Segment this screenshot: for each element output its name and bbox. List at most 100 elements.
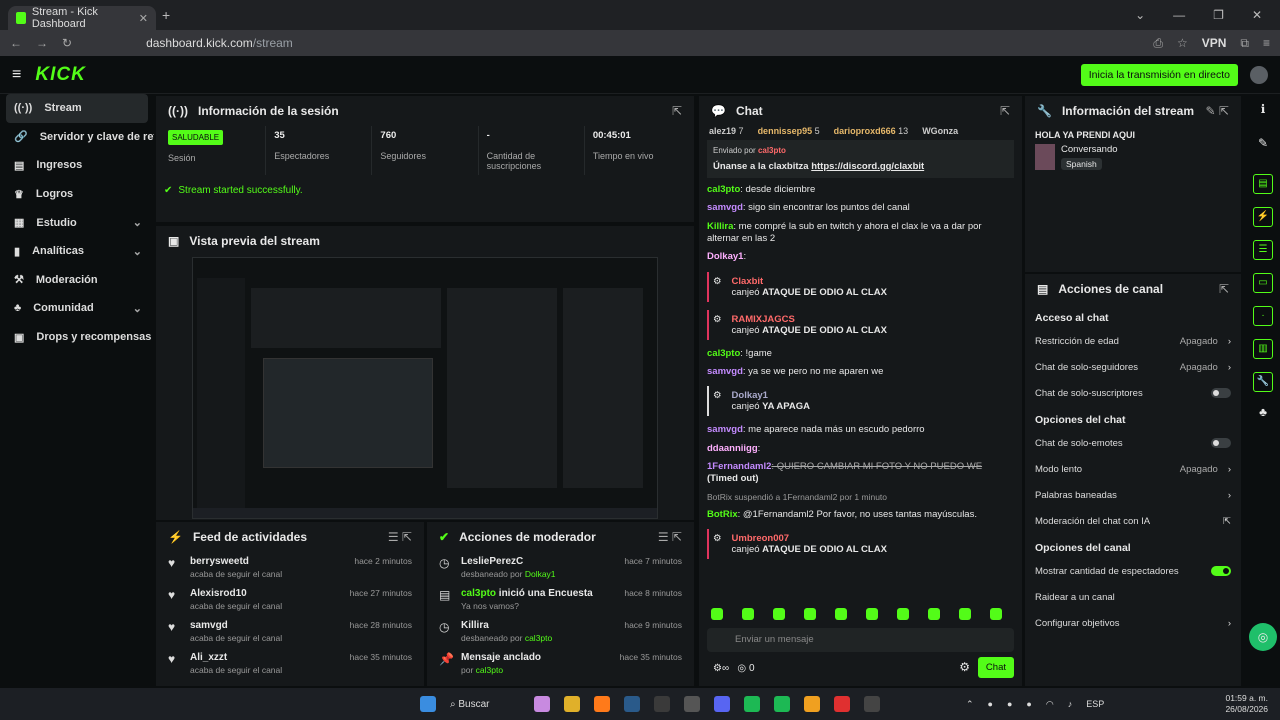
filter-icon[interactable]: ☰ ⇱ — [388, 530, 412, 544]
gear-icon[interactable]: ⚙ — [959, 660, 970, 674]
tray-icon[interactable]: ● — [988, 699, 993, 710]
spotify-icon[interactable] — [744, 696, 760, 712]
show-viewers-setting[interactable]: Mostrar cantidad de espectadores — [1025, 558, 1241, 584]
points-display[interactable]: ⚙∞ ◎ 0 — [713, 663, 755, 674]
sidebar-item-stream[interactable]: ((·)) Stream — [6, 94, 148, 123]
vpn-button[interactable]: VPN — [1202, 36, 1227, 50]
emote-only-setting[interactable]: Chat de solo-emotes — [1025, 430, 1241, 456]
stack-icon[interactable]: ▥ — [1253, 339, 1273, 359]
bolt-icon[interactable]: ⚡ — [1253, 207, 1273, 227]
ai-moderation-setting[interactable]: Moderación del chat con IA ⇱ — [1025, 508, 1241, 534]
stream-preview-video[interactable] — [192, 257, 658, 519]
banned-words-setting[interactable]: Palabras baneadas › — [1025, 482, 1241, 508]
support-icon[interactable]: ◎ — [1249, 623, 1277, 651]
files-icon[interactable] — [654, 696, 670, 712]
chevron-up-icon[interactable]: ⌃ — [966, 699, 974, 710]
clock[interactable]: 01:59 a. m. 26/08/2026 — [1225, 693, 1268, 715]
lang-indicator[interactable]: ESP — [1086, 699, 1104, 710]
go-live-button[interactable]: Inicia la transmisión en directo — [1080, 63, 1238, 86]
discord-link[interactable]: https://discord.gg/claxbit — [811, 161, 924, 172]
chevron-down-icon[interactable]: ⌄ — [1135, 8, 1145, 22]
emote-icon[interactable] — [773, 608, 785, 620]
browser-tab[interactable]: Stream - Kick Dashboard ✕ — [8, 6, 156, 30]
avatar[interactable] — [1250, 65, 1268, 84]
popout-icon[interactable]: ⇱ — [1219, 282, 1229, 296]
emote-icon[interactable] — [711, 608, 723, 620]
opera-icon[interactable] — [834, 696, 850, 712]
copilot-icon[interactable] — [534, 696, 550, 712]
edit-icon[interactable]: ✎ ⇱ — [1206, 104, 1229, 118]
close-tab-icon[interactable]: ✕ — [139, 12, 148, 25]
wifi-icon[interactable]: ◠ — [1046, 699, 1054, 710]
emote-icon[interactable] — [928, 608, 940, 620]
followers-only-setting[interactable]: Chat de solo-seguidores Apagado › — [1025, 354, 1241, 380]
extensions-icon[interactable]: ⧉ — [1240, 36, 1249, 51]
tray-icon[interactable]: ● — [1026, 699, 1031, 710]
sidebar-item-studio[interactable]: ▦ Estudio ⌄ — [0, 208, 154, 237]
info-icon[interactable]: ℹ — [1246, 102, 1280, 116]
emote-icon[interactable] — [804, 608, 816, 620]
sidebar-item-income[interactable]: ▤ Ingresos — [0, 151, 154, 180]
discord-icon[interactable] — [714, 696, 730, 712]
stat-followers: 760 Seguidores — [372, 126, 479, 175]
reload-icon[interactable]: ↻ — [62, 36, 72, 50]
forward-icon[interactable]: → — [36, 36, 48, 50]
emote-only-toggle[interactable] — [1211, 438, 1231, 448]
maximize-icon[interactable]: ❐ — [1213, 8, 1224, 22]
emote-icon[interactable] — [835, 608, 847, 620]
chat-input[interactable]: Enviar un mensaje — [707, 628, 1014, 652]
emote-icon[interactable] — [959, 608, 971, 620]
age-restriction-setting[interactable]: Restricción de edad Apagado › — [1025, 328, 1241, 354]
subs-only-setting[interactable]: Chat de solo-suscriptores — [1025, 380, 1241, 406]
goals-setting[interactable]: Configurar objetivos › — [1025, 610, 1241, 636]
community-icon[interactable]: ♣ — [1246, 405, 1280, 419]
send-chat-button[interactable]: Chat — [977, 657, 1014, 678]
tray-icon[interactable]: ● — [1007, 699, 1012, 710]
firefox-icon[interactable] — [594, 696, 610, 712]
volume-icon[interactable]: ♪ — [1068, 699, 1073, 710]
widget-icon[interactable]: ▤ — [1253, 174, 1273, 194]
screenshot-icon[interactable]: ⎙ — [1153, 36, 1163, 51]
slow-mode-setting[interactable]: Modo lento Apagado › — [1025, 456, 1241, 482]
sidebar-item-moderation[interactable]: ⚒ Moderación — [0, 266, 154, 295]
sidebar-item-server[interactable]: 🔗Servidor y clave de retransmisión — [0, 123, 154, 152]
emote-icon[interactable] — [742, 608, 754, 620]
subs-only-toggle[interactable] — [1211, 388, 1231, 398]
bookmark-icon[interactable]: ☆ — [1177, 36, 1188, 50]
raid-setting[interactable]: Raidear a un canal — [1025, 584, 1241, 610]
list-icon[interactable]: ☰ — [1253, 240, 1273, 260]
filter-icon[interactable]: ☰ ⇱ — [658, 530, 682, 544]
show-viewers-toggle[interactable] — [1211, 566, 1231, 576]
sidebar-item-community[interactable]: ♣ Comunidad ⌄ — [0, 294, 154, 323]
pinned-message[interactable]: Enviado por cal3pto Únanse a la claxbitz… — [707, 140, 1014, 178]
app-icon[interactable] — [804, 696, 820, 712]
sidebar-item-achievements[interactable]: ♛ Logros — [0, 180, 154, 209]
taskbar-search[interactable]: ⌕ Buscar — [450, 699, 520, 710]
popout-icon[interactable]: ⇱ — [1000, 104, 1010, 118]
menu-icon[interactable]: ≡ — [1263, 36, 1270, 50]
url-field[interactable]: dashboard.kick.com/stream — [146, 36, 293, 50]
kick-logo[interactable]: KICK — [35, 64, 85, 86]
minimize-icon[interactable]: — — [1173, 8, 1185, 22]
windows-start-icon[interactable] — [420, 696, 436, 712]
broadcast-icon[interactable]: · — [1253, 306, 1273, 326]
edit-icon[interactable]: ✎ — [1246, 136, 1280, 150]
steam-icon[interactable] — [624, 696, 640, 712]
wrench-icon[interactable]: 🔧 — [1253, 372, 1273, 392]
hamburger-icon[interactable]: ≡ — [12, 66, 21, 84]
emote-icon[interactable] — [866, 608, 878, 620]
sidebar-item-analytics[interactable]: ▮ Analíticas ⌄ — [0, 237, 154, 266]
app-icon[interactable] — [684, 696, 700, 712]
sidebar-item-drops[interactable]: ▣ Drops y recompensas — [0, 323, 154, 352]
folder-icon[interactable] — [564, 696, 580, 712]
category-name[interactable]: Conversando — [1061, 144, 1118, 155]
chat-icon[interactable]: ▭ — [1253, 273, 1273, 293]
close-window-icon[interactable]: ✕ — [1252, 8, 1262, 22]
emote-icon[interactable] — [990, 608, 1002, 620]
emote-icon[interactable] — [897, 608, 909, 620]
popout-icon[interactable]: ⇱ — [672, 104, 682, 118]
app-icon[interactable] — [774, 696, 790, 712]
new-tab-icon[interactable]: + — [162, 7, 170, 23]
app-icon[interactable] — [864, 696, 880, 712]
back-icon[interactable]: ← — [10, 36, 22, 50]
